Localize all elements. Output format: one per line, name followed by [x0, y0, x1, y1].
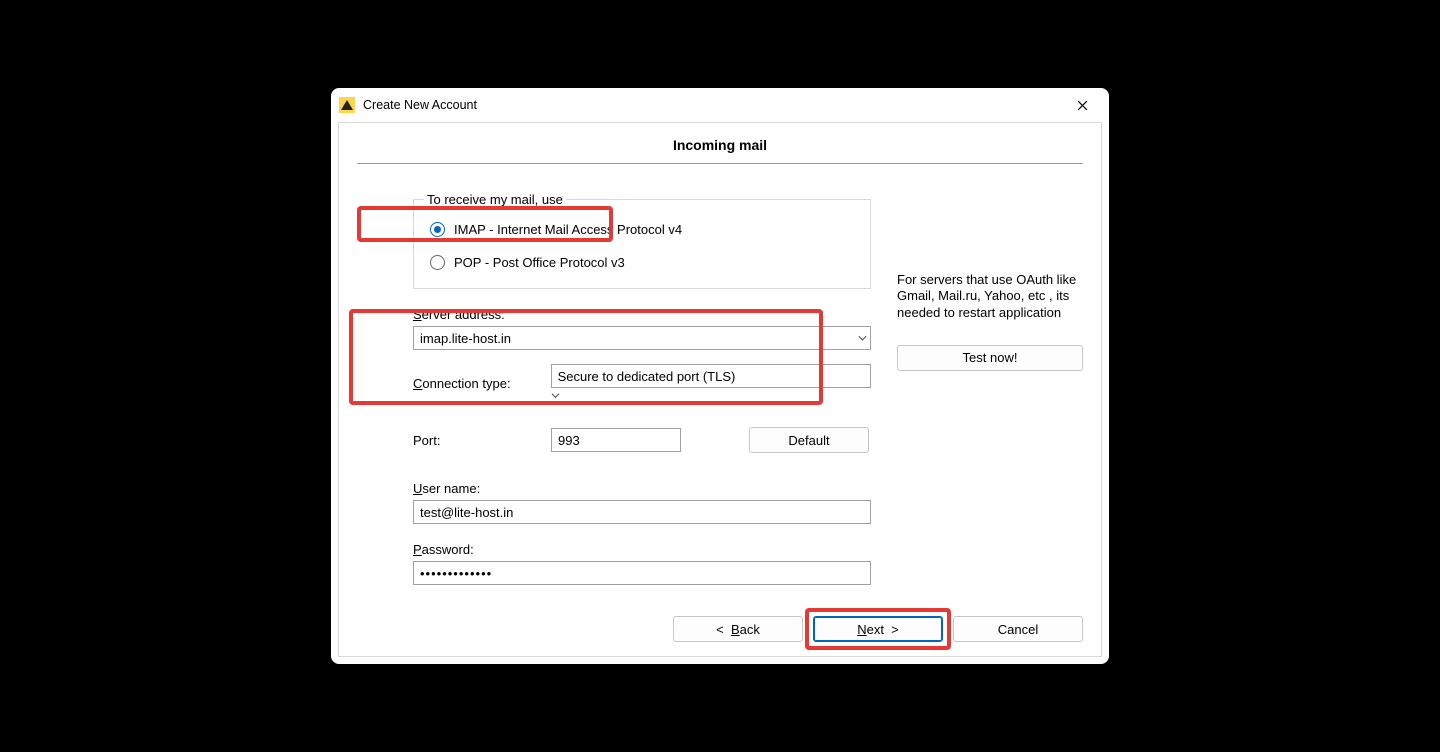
radio-pop-label: POP - Post Office Protocol v3	[454, 255, 625, 270]
server-row: Server address:	[413, 307, 871, 350]
username-label: User name:	[413, 481, 871, 496]
port-label: Port:	[413, 433, 551, 448]
titlebar: Create New Account	[331, 88, 1109, 122]
radio-icon	[430, 222, 445, 237]
create-account-dialog: Create New Account Incoming mail To rece…	[331, 88, 1109, 664]
radio-pop[interactable]: POP - Post Office Protocol v3	[430, 255, 854, 270]
page-heading: Incoming mail	[357, 137, 1083, 163]
content-area: To receive my mail, use IMAP - Internet …	[357, 192, 1083, 642]
back-button[interactable]: < Back	[673, 616, 803, 642]
username-input[interactable]	[413, 500, 871, 524]
divider	[357, 163, 1083, 164]
password-input[interactable]	[413, 561, 871, 585]
cancel-button[interactable]: Cancel	[953, 616, 1083, 642]
dialog-body: Incoming mail To receive my mail, use IM…	[338, 122, 1102, 657]
oauth-note: For servers that use OAuth like Gmail, M…	[897, 272, 1083, 321]
password-block: Password:	[413, 542, 871, 585]
close-icon	[1077, 99, 1088, 114]
app-icon	[339, 97, 355, 113]
connection-select[interactable]	[551, 364, 871, 388]
connection-row: Connection type:	[413, 364, 871, 403]
radio-imap-label: IMAP - Internet Mail Access Protocol v4	[454, 222, 682, 237]
server-input[interactable]	[413, 326, 871, 350]
radio-imap[interactable]: IMAP - Internet Mail Access Protocol v4	[430, 222, 854, 237]
username-block: User name:	[413, 481, 871, 524]
default-port-button[interactable]: Default	[749, 427, 869, 453]
protocol-legend: To receive my mail, use	[424, 192, 566, 207]
next-button[interactable]: Next >	[813, 616, 943, 642]
password-label: Password:	[413, 542, 871, 557]
close-button[interactable]	[1061, 93, 1103, 119]
wizard-buttons: < Back Next > Cancel	[673, 616, 1083, 642]
server-label: Server address:	[413, 307, 505, 322]
connection-label: Connection type:	[413, 376, 511, 391]
left-column: To receive my mail, use IMAP - Internet …	[413, 192, 879, 642]
port-input[interactable]	[551, 428, 681, 452]
chevron-down-icon	[551, 388, 560, 403]
test-now-button[interactable]: Test now!	[897, 345, 1083, 371]
protocol-fieldset: To receive my mail, use IMAP - Internet …	[413, 192, 871, 289]
window-title: Create New Account	[363, 98, 477, 112]
radio-icon	[430, 255, 445, 270]
right-column: For servers that use OAuth like Gmail, M…	[897, 192, 1083, 642]
port-row: Port: Default	[413, 427, 871, 453]
